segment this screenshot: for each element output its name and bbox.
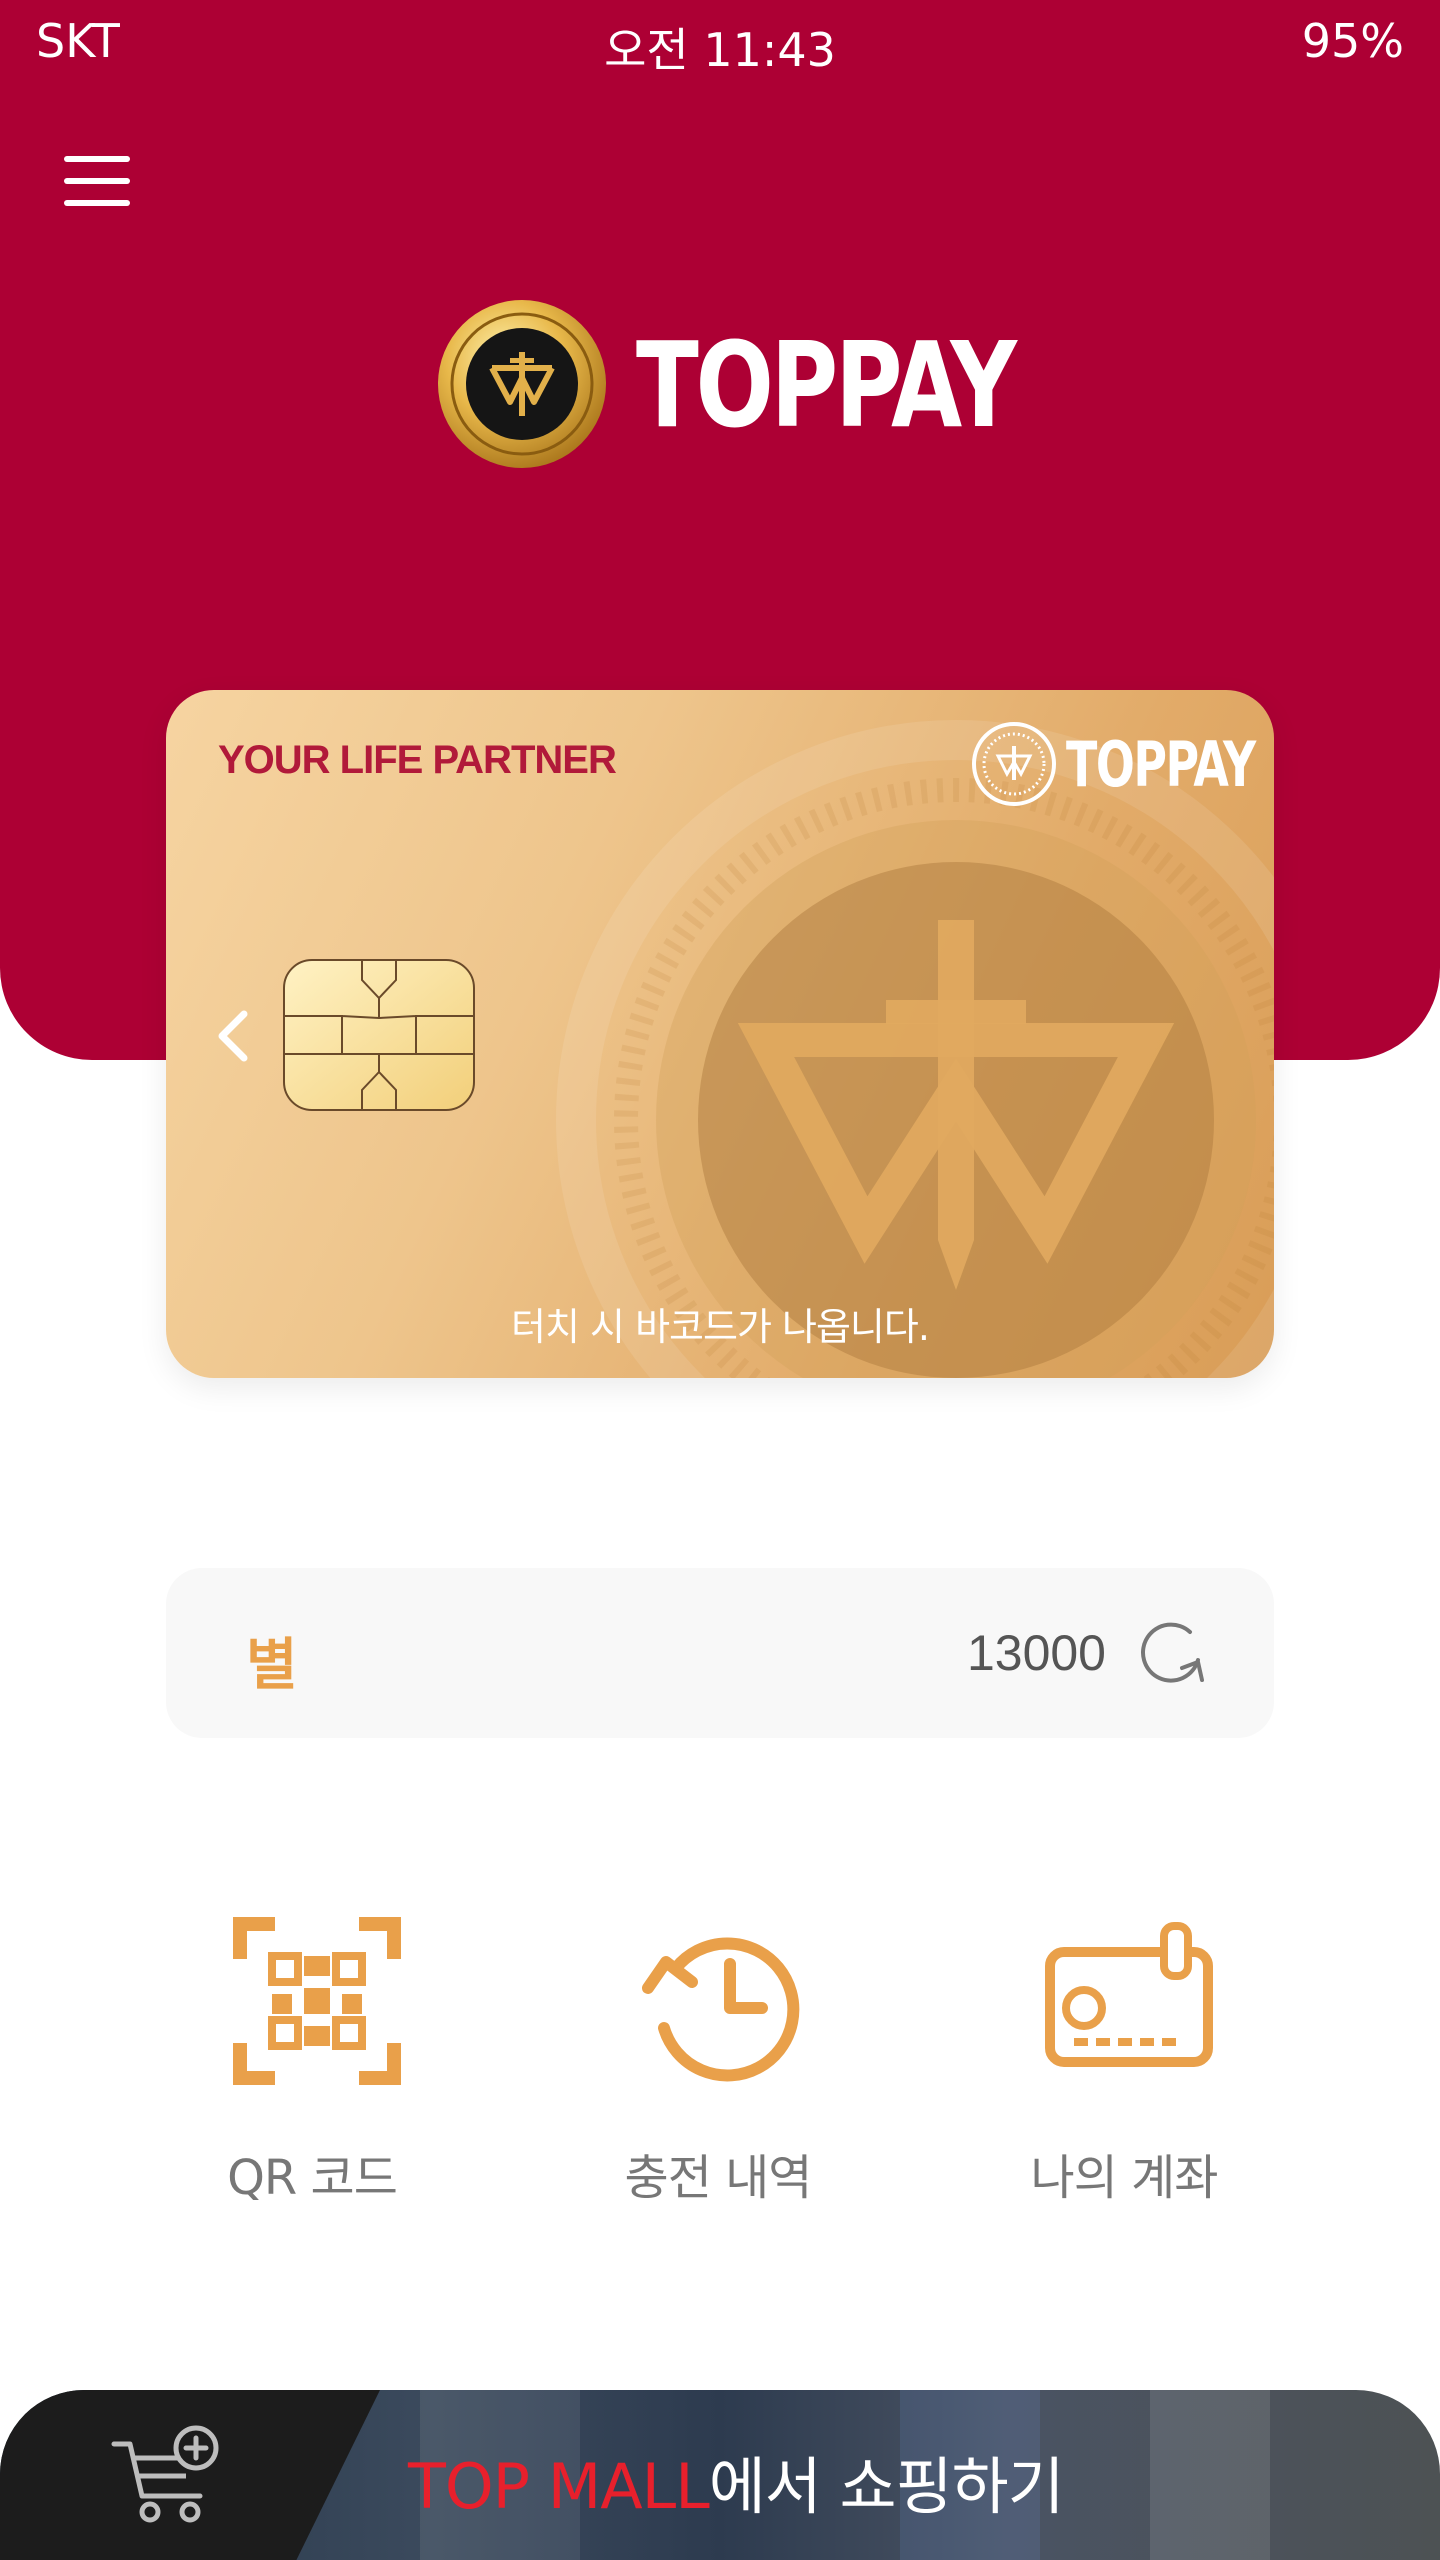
card-brand-wordmark: TOPPAY	[1066, 728, 1256, 801]
account-card-icon	[1045, 1922, 1213, 2067]
menu-icon-bar	[64, 178, 130, 184]
top-mall-accent: TOP MALL	[408, 2450, 710, 2523]
card-tagline: YOUR LIFE PARTNER	[218, 738, 617, 782]
qr-code-label: QR 코드	[227, 2150, 398, 2206]
membership-card[interactable]: YOUR LIFE PARTNER TOPPAY 터치 시 바코드가 나옵니다.	[166, 690, 1274, 1378]
brand-wordmark: TOPPAY	[636, 316, 1017, 454]
status-bar: SKT 오전 11:43 95%	[0, 0, 1440, 80]
card-chip-icon	[283, 959, 475, 1111]
qr-code-icon	[233, 1917, 401, 2085]
menu-icon	[64, 156, 130, 162]
balance-panel: 별 13000	[166, 1568, 1274, 1738]
my-account-label: 나의 계좌	[1030, 2150, 1219, 2206]
top-mall-text: TOP MALL에서 쇼핑하기	[408, 2436, 1065, 2526]
balance-value: 13000	[966, 1625, 1106, 1681]
top-mall-rest: 에서 쇼핑하기	[708, 2450, 1065, 2523]
my-account-button[interactable]: 나의 계좌	[964, 1916, 1284, 2216]
card-hint: 터치 시 바코드가 나옵니다.	[511, 1305, 930, 1349]
chevron-left-icon[interactable]	[214, 1006, 250, 1066]
toppay-coin-logo	[438, 300, 606, 468]
charge-history-button[interactable]: 충전 내역	[558, 1916, 878, 2216]
card-coin-icon	[972, 722, 1056, 806]
qr-code-button[interactable]: QR 코드	[152, 1916, 472, 2216]
charge-history-label: 충전 내역	[624, 2150, 813, 2206]
brand-header: TOPPAY	[0, 290, 1440, 480]
history-icon	[642, 1937, 800, 2082]
balance-label: 별	[246, 1633, 298, 1698]
cart-plus-icon	[111, 2425, 219, 2523]
menu-icon-bar	[64, 200, 130, 206]
menu-button[interactable]	[58, 150, 134, 212]
top-mall-banner[interactable]: TOP MALL에서 쇼핑하기	[0, 2390, 1440, 2560]
refresh-icon[interactable]	[1138, 1618, 1208, 1688]
clock: 오전 11:43	[604, 23, 836, 77]
banner-photo-strip	[1150, 2390, 1270, 2560]
battery-level: 95%	[1301, 14, 1404, 68]
